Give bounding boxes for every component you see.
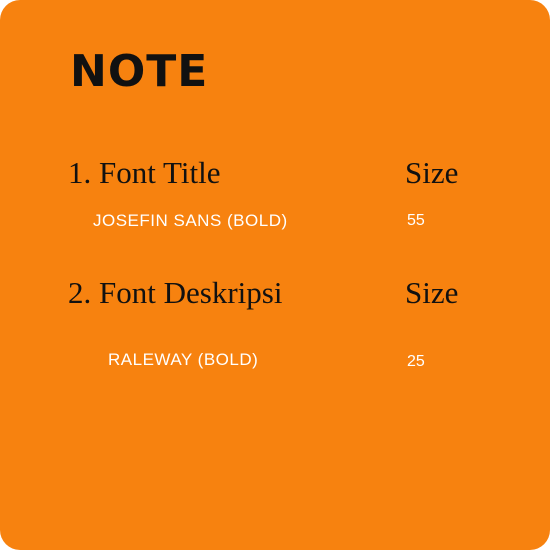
font-title-font-name: JOSEFIN SANS (BOLD) [93, 211, 288, 230]
font-description-font-name: RALEWAY (BOLD) [108, 350, 259, 369]
note-title: NOTE [70, 46, 209, 97]
font-title-size-value: 55 [407, 212, 425, 229]
font-description-heading: 2. Font Deskripsi [68, 275, 283, 310]
note-card: NOTE 1. Font Title Size JOSEFIN SANS (BO… [0, 0, 550, 550]
font-description-size-value: 25 [407, 353, 425, 370]
font-title-heading: 1. Font Title [68, 155, 221, 190]
font-title-size-label: Size [405, 155, 459, 190]
font-description-size-label: Size [405, 275, 459, 310]
